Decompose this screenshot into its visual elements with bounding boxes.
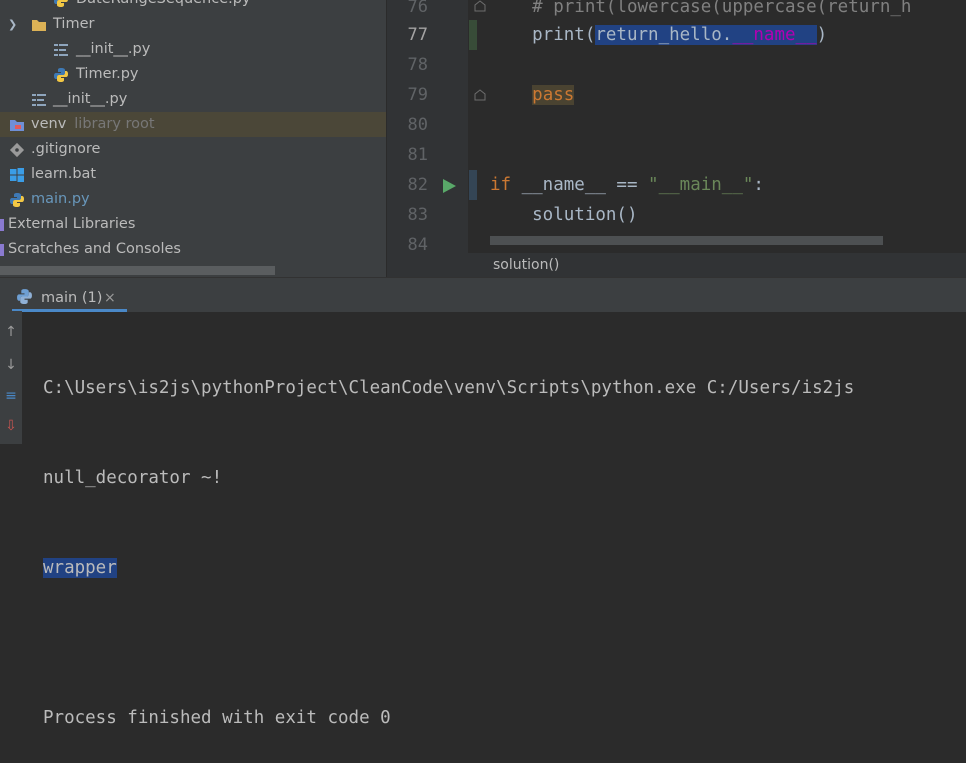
selected-text: return_hello.__name__ (595, 25, 817, 45)
windows-batch-icon (10, 168, 24, 182)
tree-item-label: DateRangeSequence.py (76, 0, 251, 12)
tree-item-label: venv (31, 116, 67, 132)
code-line-79: pass (490, 80, 575, 110)
line-number: 79 (407, 85, 428, 105)
scroll-to-end-icon[interactable]: ⇩ (2, 417, 20, 435)
tree-item-label: __init__.py (53, 91, 128, 107)
editor-horizontal-scrollbar[interactable] (490, 236, 883, 245)
console-line: wrapper (43, 553, 854, 583)
close-icon[interactable]: × (104, 278, 116, 318)
python-file-icon (54, 0, 68, 7)
library-root-hint: library root (74, 116, 155, 132)
vcs-change-marker (469, 170, 477, 200)
line-number: 76 (407, 0, 428, 17)
arrow-down-icon[interactable]: ↓ (2, 356, 20, 374)
code-token: __name__ (732, 25, 817, 45)
tree-item-timer-folder[interactable]: ❯ Timer (0, 12, 386, 37)
libraries-icon (0, 219, 4, 231)
code-keyword: if (490, 175, 512, 195)
tree-item-venv[interactable]: venv library root (0, 112, 386, 137)
line-number: 83 (407, 205, 428, 225)
code-token: print( (490, 25, 596, 45)
console-line: Process finished with exit code 0 (43, 708, 391, 728)
python-run-icon (17, 289, 32, 304)
tree-item-label: learn.bat (31, 166, 97, 182)
soft-wrap-icon[interactable]: ≡ (2, 387, 20, 405)
tree-item-root-init[interactable]: __init__.py (0, 87, 386, 112)
console-line: null_decorator ~! (43, 468, 223, 488)
line-number: 78 (407, 55, 428, 75)
run-tool-window-header: main (1) × (0, 277, 966, 312)
vcs-change-marker (469, 20, 477, 50)
line-number: 80 (407, 115, 428, 135)
python-file-icon (54, 68, 68, 82)
code-line-76: # print(lowercase(uppercase(return_h (490, 0, 912, 17)
venv-folder-icon (10, 120, 24, 131)
tree-item-learn-bat[interactable]: learn.bat (0, 162, 386, 187)
tree-item-label: Timer (53, 16, 95, 32)
tree-item-external-libraries[interactable]: External Libraries (0, 212, 386, 237)
chevron-down-icon[interactable]: ❯ (8, 12, 17, 37)
code-token: ) (816, 25, 828, 45)
tree-item-scratches[interactable]: Scratches and Consoles (0, 237, 386, 262)
run-toolbar: ↑ ↓ ≡ ⇩ (0, 311, 22, 444)
tree-item-timer-init[interactable]: __init__.py (0, 37, 386, 62)
git-file-icon (9, 142, 25, 158)
fold-end-icon[interactable] (474, 0, 486, 12)
python-file-icon (10, 193, 24, 207)
scratches-icon (0, 244, 4, 256)
python-init-file-icon (54, 44, 68, 56)
python-init-file-icon (32, 94, 46, 106)
breadcrumb-item[interactable]: solution() (493, 257, 559, 273)
tree-item-main-py[interactable]: main.py (0, 187, 386, 212)
tree-item-label: .gitignore (31, 141, 101, 157)
tree-item-label: __init__.py (76, 41, 151, 57)
tree-item-timer-py[interactable]: Timer.py (0, 62, 386, 87)
code-token: : (753, 175, 764, 195)
tree-item-daterangesequence[interactable]: DateRangeSequence.py (0, 0, 386, 12)
run-tab-main[interactable]: main (1) × (12, 278, 127, 312)
line-number: 77 (407, 25, 428, 45)
tree-item-label: Scratches and Consoles (8, 241, 181, 257)
code-line-83: solution() (490, 205, 638, 225)
code-line-82: if __name__ == "__main__": (490, 170, 764, 200)
breadcrumb[interactable]: solution() (398, 253, 966, 277)
code-keyword: pass (532, 85, 575, 105)
active-tab-indicator (12, 309, 127, 312)
line-number: 81 (407, 145, 428, 165)
code-string: "__main__" (648, 175, 754, 195)
run-gutter-icon[interactable] (440, 177, 458, 195)
project-tree: DateRangeSequence.py ❯ Timer __init__.py… (0, 0, 386, 277)
arrow-up-icon[interactable]: ↑ (2, 323, 20, 341)
tree-item-label: Timer.py (76, 66, 139, 82)
tree-horizontal-scrollbar[interactable] (0, 266, 275, 275)
code-line-77: print(return_hello.__name__) (490, 20, 827, 50)
tree-item-gitignore[interactable]: .gitignore (0, 137, 386, 162)
folder-icon (32, 20, 46, 31)
fold-end-icon[interactable] (474, 89, 486, 101)
code-token: __name__ == (511, 175, 649, 195)
console-output[interactable]: C:\Users\is2js\pythonProject\CleanCode\v… (43, 313, 854, 763)
code-token: return_hello. (595, 25, 733, 45)
tree-item-label: External Libraries (8, 216, 136, 232)
console-line: C:\Users\is2js\pythonProject\CleanCode\v… (43, 378, 855, 398)
run-tab-label: main (1) (41, 290, 103, 306)
line-number: 82 (407, 175, 428, 195)
tree-item-label: main.py (31, 191, 90, 207)
selected-text: wrapper (43, 558, 117, 578)
